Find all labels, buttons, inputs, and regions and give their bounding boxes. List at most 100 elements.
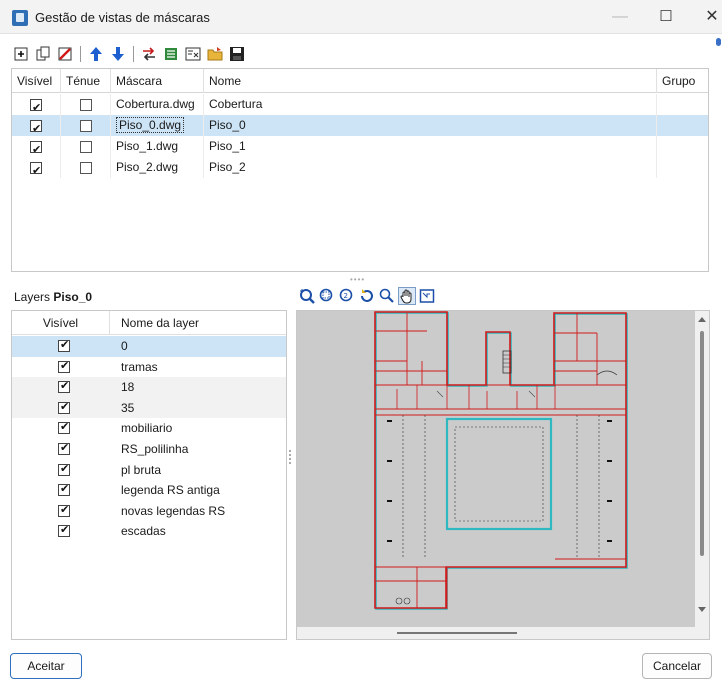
layer-name: pl bruta bbox=[121, 462, 162, 477]
viewer-vertical-thumb[interactable] bbox=[700, 331, 704, 556]
viewer-vertical-scrollbar[interactable] bbox=[695, 311, 709, 639]
col-layer-visivel[interactable]: Visível bbox=[12, 311, 110, 335]
layer-visible-checkbox[interactable] bbox=[58, 359, 70, 373]
mask-name-cell[interactable]: Cobertura bbox=[204, 94, 657, 115]
horizontal-splitter[interactable]: •••• bbox=[350, 276, 370, 284]
col-layer-name[interactable]: Nome da layer bbox=[110, 311, 286, 335]
export-dwg-icon[interactable] bbox=[184, 45, 202, 63]
copy-icon[interactable] bbox=[34, 45, 52, 63]
cancel-button[interactable]: Cancelar bbox=[642, 653, 712, 679]
mask-name-cell[interactable]: Piso_2 bbox=[204, 157, 657, 178]
delete-icon[interactable] bbox=[56, 45, 74, 63]
move-up-icon[interactable] bbox=[87, 45, 105, 63]
mask-name-cell[interactable]: Piso_0 bbox=[204, 115, 657, 136]
mask-preview-viewer[interactable] bbox=[296, 310, 710, 640]
zoom-previous-icon[interactable]: 2 bbox=[338, 287, 356, 305]
layer-name: 35 bbox=[121, 400, 135, 415]
layer-visible-checkbox[interactable] bbox=[58, 400, 70, 414]
mask-file-cell[interactable]: Cobertura.dwg bbox=[111, 94, 204, 115]
layer-visible-checkbox[interactable] bbox=[58, 503, 70, 517]
viewer-horizontal-thumb[interactable] bbox=[397, 632, 517, 634]
mask-name-cell[interactable]: Piso_1 bbox=[204, 136, 657, 157]
mask-file: Piso_2.dwg bbox=[116, 160, 179, 174]
layer-name: 0 bbox=[121, 339, 128, 353]
visible-checkbox[interactable] bbox=[30, 97, 42, 118]
layer-name: 18 bbox=[121, 380, 135, 395]
move-down-icon[interactable] bbox=[109, 45, 127, 63]
layer-row[interactable]: mobiliario bbox=[12, 418, 286, 439]
mask-row[interactable]: Cobertura.dwg Cobertura bbox=[12, 94, 708, 118]
layer-visible-checkbox[interactable] bbox=[58, 441, 70, 455]
zoom-icon[interactable] bbox=[378, 287, 396, 305]
viewer-horizontal-scrollbar[interactable] bbox=[297, 627, 697, 639]
layer-row[interactable]: 18 bbox=[12, 377, 286, 398]
tenue-checkbox[interactable] bbox=[79, 98, 92, 111]
maximize-icon[interactable]: ☐ bbox=[646, 0, 686, 34]
scroll-down-icon[interactable] bbox=[698, 607, 706, 612]
mask-visible-cell[interactable] bbox=[12, 136, 61, 160]
window-title: Gestão de vistas de máscaras bbox=[35, 10, 210, 25]
mask-file-cell[interactable]: Piso_1.dwg bbox=[111, 136, 204, 157]
mask-visible-cell[interactable] bbox=[12, 157, 61, 181]
add-icon[interactable] bbox=[12, 45, 30, 63]
layer-visible-checkbox[interactable] bbox=[58, 379, 70, 394]
layer-visible-checkbox[interactable] bbox=[58, 462, 70, 476]
mask-file-cell[interactable]: Piso_2.dwg bbox=[111, 157, 204, 178]
col-visivel[interactable]: Visível bbox=[12, 69, 61, 93]
save-icon[interactable] bbox=[228, 45, 246, 63]
layer-row[interactable]: 35 bbox=[12, 397, 286, 419]
layer-visible-checkbox[interactable] bbox=[58, 482, 70, 497]
open-folder-icon[interactable] bbox=[206, 45, 224, 63]
zoom-window-icon[interactable] bbox=[318, 287, 336, 305]
vertical-splitter[interactable] bbox=[289, 450, 292, 470]
layer-row[interactable]: RS_polilinha bbox=[12, 439, 286, 460]
mask-tenue-cell[interactable] bbox=[61, 136, 111, 157]
mask-tenue-cell[interactable] bbox=[61, 157, 111, 178]
mask-group-cell[interactable] bbox=[657, 157, 708, 178]
layer-row[interactable]: 0 bbox=[12, 336, 286, 357]
mask-row[interactable]: Piso_0.dwg Piso_0 bbox=[12, 115, 708, 139]
layer-name: RS_polilinha bbox=[121, 442, 189, 456]
col-tenue[interactable]: Ténue bbox=[61, 69, 111, 93]
layer-row[interactable]: pl bruta bbox=[12, 460, 286, 481]
layer-visible-checkbox[interactable] bbox=[58, 523, 70, 538]
layer-row[interactable]: escadas bbox=[12, 521, 286, 542]
mask-row[interactable]: Piso_2.dwg Piso_2 bbox=[12, 157, 708, 181]
minimize-icon[interactable]: — bbox=[600, 0, 640, 34]
close-icon[interactable]: ✕ bbox=[692, 0, 722, 34]
col-mascara[interactable]: Máscara bbox=[111, 69, 204, 93]
accept-button[interactable]: Aceitar bbox=[10, 653, 82, 679]
mask-tenue-cell[interactable] bbox=[61, 115, 111, 136]
visible-checkbox[interactable] bbox=[30, 139, 42, 160]
mask-table-header: Visível Ténue Máscara Nome Grupo bbox=[12, 69, 708, 93]
mask-group-cell[interactable] bbox=[657, 136, 708, 157]
tenue-checkbox[interactable] bbox=[79, 161, 92, 174]
mask-group-cell[interactable] bbox=[657, 115, 708, 136]
mask-tenue-cell[interactable] bbox=[61, 94, 111, 115]
zoom-extents-icon[interactable] bbox=[298, 287, 316, 305]
mask-file-cell[interactable]: Piso_0.dwg bbox=[111, 115, 204, 136]
layer-row[interactable]: tramas bbox=[12, 357, 286, 378]
mask-toolbar bbox=[12, 44, 246, 64]
layer-name: legenda RS antiga bbox=[121, 483, 220, 498]
col-grupo[interactable]: Grupo bbox=[657, 69, 708, 93]
layer-visible-checkbox[interactable] bbox=[58, 420, 70, 435]
select-window-icon[interactable] bbox=[418, 287, 436, 305]
visible-checkbox[interactable] bbox=[30, 118, 42, 139]
import-icon[interactable] bbox=[162, 45, 180, 63]
tenue-checkbox[interactable] bbox=[79, 119, 92, 132]
scroll-up-icon[interactable] bbox=[698, 317, 706, 322]
mask-visible-cell[interactable] bbox=[12, 94, 61, 118]
col-nome[interactable]: Nome bbox=[204, 69, 657, 93]
mask-visible-cell[interactable] bbox=[12, 115, 61, 139]
layer-visible-checkbox[interactable] bbox=[58, 338, 70, 352]
pan-hand-icon[interactable] bbox=[398, 287, 416, 305]
layer-row[interactable]: novas legendas RS bbox=[12, 501, 286, 522]
replace-icon[interactable] bbox=[140, 45, 158, 63]
layer-row[interactable]: legenda RS antiga bbox=[12, 480, 286, 501]
visible-checkbox[interactable] bbox=[30, 160, 42, 181]
mask-group-cell[interactable] bbox=[657, 94, 708, 115]
mask-row[interactable]: Piso_1.dwg Piso_1 bbox=[12, 136, 708, 160]
tenue-checkbox[interactable] bbox=[79, 140, 92, 153]
regenerate-icon[interactable] bbox=[358, 287, 376, 305]
